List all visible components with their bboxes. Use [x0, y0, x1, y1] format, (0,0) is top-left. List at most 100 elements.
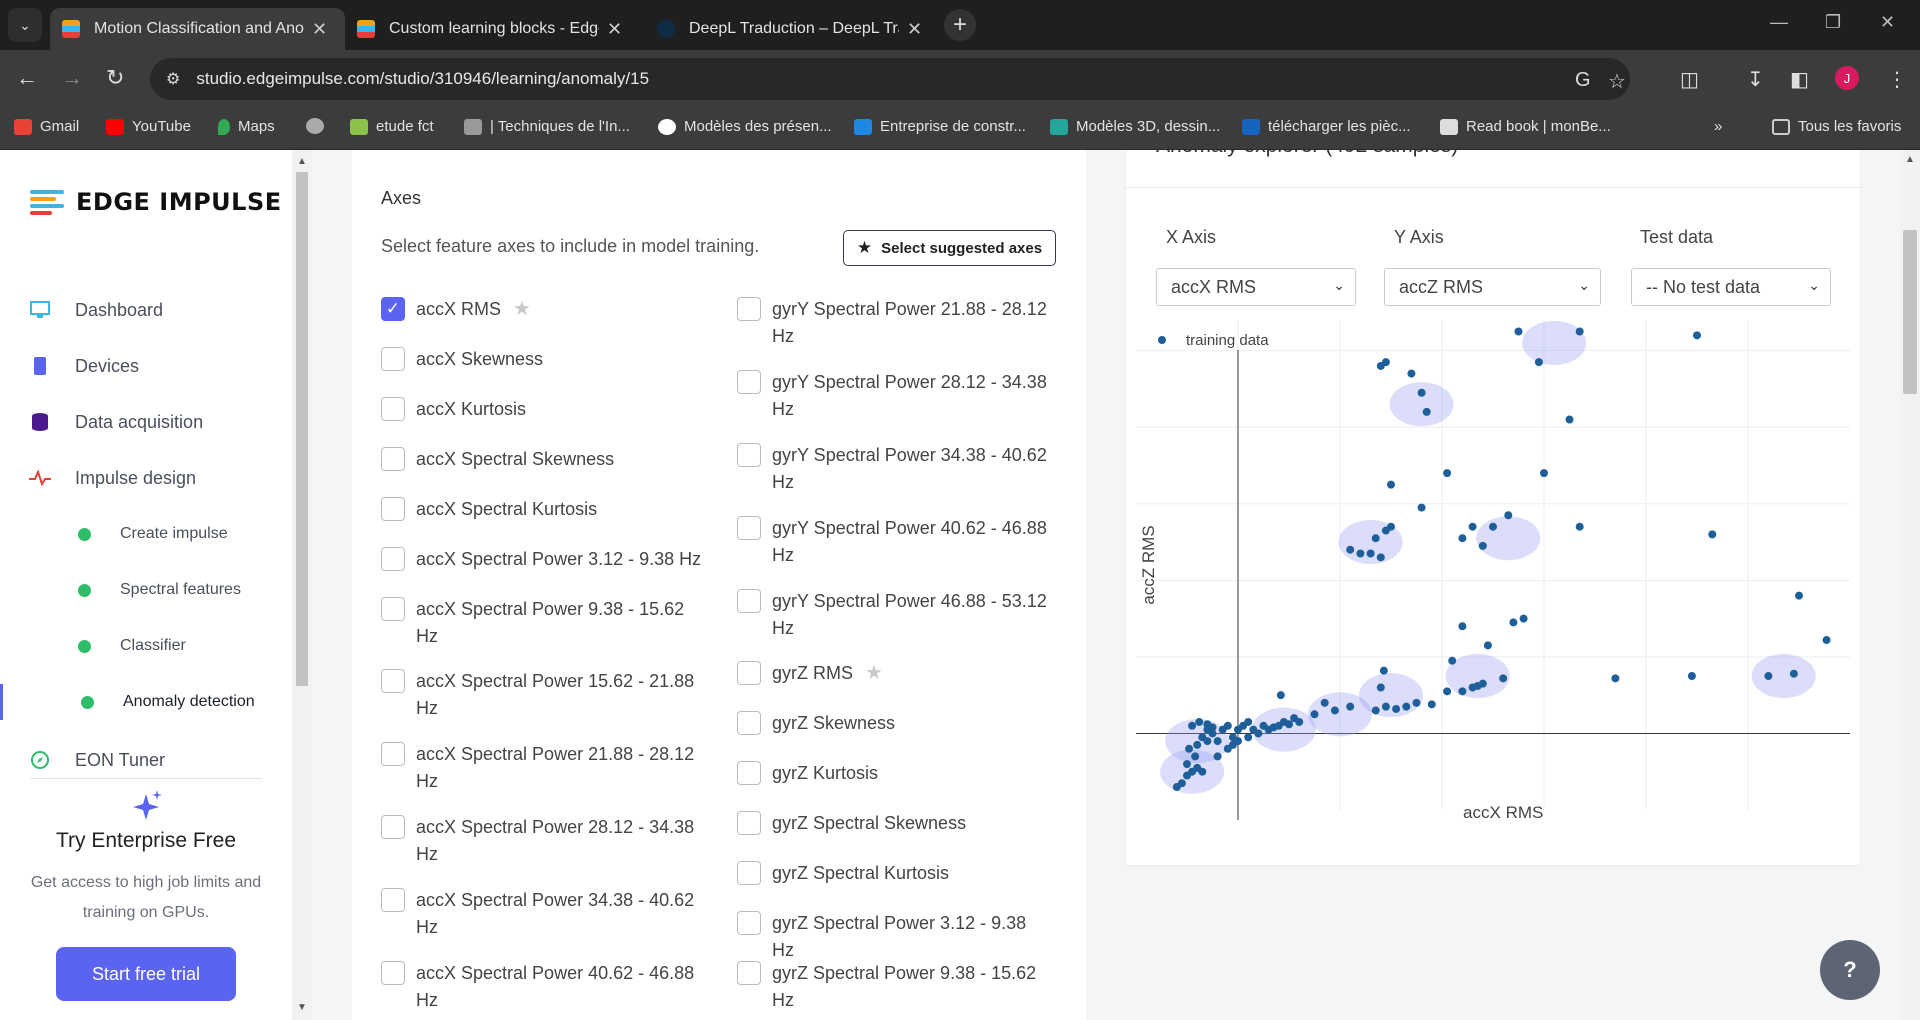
checkbox-checked[interactable]: ✓: [381, 297, 405, 321]
edge-impulse-logo[interactable]: EDGE IMPULSE: [30, 188, 282, 216]
axis-checkbox-row[interactable]: accX Spectral Power 40.62 - 46.88 Hz: [381, 960, 706, 1014]
axis-checkbox-row[interactable]: gyrY Spectral Power 34.38 - 40.62 Hz: [737, 442, 1047, 496]
checkbox[interactable]: [381, 669, 405, 693]
sub-spectral-features[interactable]: Spectral features: [0, 572, 292, 608]
restore-icon[interactable]: ❐: [1825, 12, 1841, 33]
back-icon[interactable]: ←: [16, 66, 38, 90]
y-axis-select[interactable]: accZ RMS ⌄: [1384, 268, 1601, 306]
test-data-select[interactable]: -- No test data ⌄: [1631, 268, 1831, 306]
checkbox[interactable]: [737, 516, 761, 540]
checkbox[interactable]: [737, 811, 761, 835]
checkbox[interactable]: [737, 589, 761, 613]
bookmark-telecharger[interactable]: télécharger les pièc...: [1242, 118, 1411, 135]
bookmark-etude-fct[interactable]: etude fct: [350, 118, 434, 135]
bookmark-maps[interactable]: Maps: [218, 118, 275, 135]
bookmark-read-book[interactable]: Read book | monBe...: [1440, 118, 1611, 135]
checkbox[interactable]: [381, 597, 405, 621]
nav-data-acquisition[interactable]: Data acquisition: [0, 402, 292, 442]
checkbox[interactable]: [737, 861, 761, 885]
select-suggested-axes-button[interactable]: ★ Select suggested axes: [843, 230, 1056, 266]
axis-checkbox-row[interactable]: accX Spectral Power 3.12 - 9.38 Hz: [381, 546, 706, 573]
help-button[interactable]: ?: [1820, 940, 1880, 1000]
axis-checkbox-row[interactable]: gyrY Spectral Power 46.88 - 53.12 Hz: [737, 588, 1047, 642]
more-menu-icon[interactable]: ⋮: [1887, 67, 1907, 92]
tab-custom-learning-blocks[interactable]: Custom learning blocks - Edge I ✕: [345, 8, 640, 50]
sidebar-scrollbar[interactable]: ▲ ▼: [292, 150, 312, 1020]
side-panel-icon[interactable]: ◧: [1790, 67, 1809, 92]
all-bookmarks[interactable]: Tous les favoris: [1772, 118, 1901, 135]
scroll-down-icon[interactable]: ▼: [297, 1002, 307, 1013]
nav-dashboard[interactable]: Dashboard: [0, 290, 292, 330]
tab-search-button[interactable]: ⌄: [8, 8, 42, 42]
nav-impulse-design[interactable]: Impulse design: [0, 458, 292, 498]
axis-checkbox-row[interactable]: accX Skewness: [381, 346, 706, 373]
axis-checkbox-row[interactable]: accX Spectral Power 9.38 - 15.62 Hz: [381, 596, 706, 650]
forward-icon[interactable]: →: [61, 66, 83, 90]
site-info-icon[interactable]: ⚙: [166, 69, 180, 89]
bookmark-gmail[interactable]: Gmail: [14, 118, 79, 135]
axis-checkbox-row[interactable]: gyrZ Spectral Skewness: [737, 810, 1047, 837]
tab-deepl[interactable]: DeepL Traduction – DeepL Tran ✕: [645, 8, 940, 50]
x-axis-select[interactable]: accX RMS ⌄: [1156, 268, 1356, 306]
bookmark-star-icon[interactable]: ☆: [1608, 69, 1626, 94]
checkbox[interactable]: [737, 370, 761, 394]
axis-checkbox-row[interactable]: gyrY Spectral Power 21.88 - 28.12 Hz: [737, 296, 1047, 350]
axis-checkbox-row[interactable]: gyrZ Spectral Kurtosis: [737, 860, 1047, 887]
checkbox[interactable]: [737, 711, 761, 735]
downloads-icon[interactable]: ↧: [1747, 67, 1764, 92]
profile-avatar[interactable]: J: [1835, 66, 1859, 90]
axis-checkbox-row[interactable]: accX Spectral Power 34.38 - 40.62 Hz: [381, 887, 706, 941]
axis-checkbox-row[interactable]: accX Spectral Power 15.62 - 21.88 Hz: [381, 668, 706, 722]
close-tab-icon[interactable]: ✕: [907, 19, 922, 40]
scroll-up-icon[interactable]: ▲: [1905, 154, 1915, 165]
checkbox[interactable]: [737, 443, 761, 467]
checkbox[interactable]: [381, 447, 405, 471]
axis-checkbox-row[interactable]: gyrZ Skewness: [737, 710, 1047, 737]
google-lens-icon[interactable]: G: [1575, 69, 1591, 92]
bookmark-techniques[interactable]: | Techniques de l'In...: [464, 118, 630, 135]
close-window-icon[interactable]: ✕: [1880, 12, 1895, 33]
sidebar-scroll-thumb[interactable]: [296, 172, 308, 686]
bookmark-modeles-3d[interactable]: Modèles 3D, dessin...: [1050, 118, 1220, 135]
scatter-plot[interactable]: training data accX RMS accZ RMS: [1126, 320, 1860, 860]
bookmark-youtube[interactable]: YouTube: [106, 118, 191, 135]
axis-checkbox-row[interactable]: gyrY Spectral Power 28.12 - 34.38 Hz: [737, 369, 1047, 423]
start-free-trial-button[interactable]: Start free trial: [56, 947, 236, 1001]
nav-eon-tuner[interactable]: EON Tuner: [0, 740, 292, 780]
axis-checkbox-row[interactable]: gyrY Spectral Power 40.62 - 46.88 Hz: [737, 515, 1047, 569]
page-scroll-thumb[interactable]: [1903, 230, 1917, 394]
page-scrollbar[interactable]: ▲: [1900, 150, 1920, 1020]
axis-checkbox-row[interactable]: accX Spectral Kurtosis: [381, 496, 706, 523]
address-bar[interactable]: ⚙ studio.edgeimpulse.com/studio/310946/l…: [150, 58, 1630, 100]
axis-checkbox-row[interactable]: accX Spectral Power 28.12 - 34.38 Hz: [381, 814, 706, 868]
axis-checkbox-row[interactable]: gyrZ Kurtosis: [737, 760, 1047, 787]
axis-checkbox-row[interactable]: accX Kurtosis: [381, 396, 706, 423]
checkbox[interactable]: [737, 661, 761, 685]
bookmark-globe[interactable]: [306, 118, 332, 134]
reload-icon[interactable]: ↻: [106, 66, 124, 90]
checkbox[interactable]: [737, 911, 761, 935]
checkbox[interactable]: [381, 497, 405, 521]
axis-checkbox-row[interactable]: ✓ accX RMS ★: [381, 296, 531, 323]
tab-motion-classification[interactable]: Motion Classification and Anom ✕: [50, 8, 345, 50]
nav-devices[interactable]: Devices: [0, 346, 292, 386]
checkbox[interactable]: [381, 888, 405, 912]
close-tab-icon[interactable]: ✕: [312, 19, 327, 40]
checkbox[interactable]: [381, 547, 405, 571]
scroll-up-icon[interactable]: ▲: [297, 156, 307, 167]
axis-checkbox-row[interactable]: accX Spectral Power 21.88 - 28.12 Hz: [381, 741, 706, 795]
axis-checkbox-row[interactable]: accX Spectral Skewness: [381, 446, 706, 473]
checkbox[interactable]: [381, 815, 405, 839]
checkbox[interactable]: [381, 347, 405, 371]
axis-checkbox-row[interactable]: gyrZ Spectral Power 3.12 - 9.38 Hz: [737, 910, 1047, 964]
axis-checkbox-row[interactable]: gyrZ Spectral Power 9.38 - 15.62 Hz: [737, 960, 1047, 1014]
checkbox[interactable]: [737, 961, 761, 985]
checkbox[interactable]: [381, 397, 405, 421]
bookmark-entreprise[interactable]: Entreprise de constr...: [854, 118, 1026, 135]
checkbox[interactable]: [737, 297, 761, 321]
sub-create-impulse[interactable]: Create impulse: [0, 516, 292, 552]
more-bookmarks-icon[interactable]: »: [1714, 118, 1722, 135]
new-tab-button[interactable]: +: [944, 9, 976, 41]
checkbox[interactable]: [381, 961, 405, 985]
sub-anomaly-detection[interactable]: Anomaly detection: [0, 684, 292, 720]
